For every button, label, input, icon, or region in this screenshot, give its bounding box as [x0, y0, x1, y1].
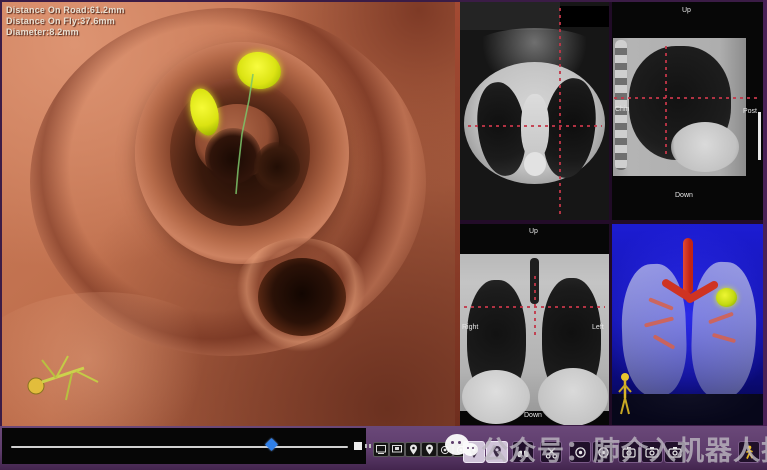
distance-on-fly-label: Distance On Fly:37.6mm	[6, 16, 125, 27]
axial-background-zone	[460, 2, 560, 30]
sagittal-spine	[615, 40, 627, 170]
lung3d-floor	[612, 394, 763, 425]
route-pin-2-button[interactable]	[421, 442, 437, 457]
sagittal-label-left: Chin	[615, 106, 629, 114]
bronchoscopy-navigation-workstation: Distance On Road:61.2mm Distance On Fly:…	[0, 0, 767, 470]
axial-mediastinum	[521, 94, 549, 160]
layout-screen-2-button[interactable]	[389, 442, 405, 457]
diameter-label: Diameter:8.2mm	[6, 27, 125, 38]
wechat-eye	[451, 441, 454, 444]
sagittal-label-top: Up	[682, 7, 691, 15]
coronal-diaphragm-left	[538, 368, 608, 425]
coronal-label-right: Left	[592, 324, 604, 332]
stop-button[interactable]	[354, 442, 362, 450]
axial-crosshair-vertical	[559, 8, 561, 216]
route-pin-button[interactable]	[405, 442, 421, 457]
patient-orientation-figure	[22, 352, 106, 408]
wechat-bubble-small	[463, 443, 478, 456]
layout-screen-button[interactable]	[373, 442, 389, 457]
ct-axial-panel[interactable]	[460, 2, 609, 220]
axial-spine	[524, 152, 546, 176]
sagittal-label-right: Post	[743, 108, 757, 116]
ct-coronal-panel[interactable]: Up Right Left Down	[460, 224, 609, 425]
coronal-diaphragm-right	[462, 370, 530, 424]
frame-slider-zone	[2, 428, 366, 464]
sagittal-crosshair-vertical	[665, 46, 667, 154]
lung3d-left-lung	[690, 261, 759, 399]
wechat-eye	[458, 441, 461, 444]
bottom-toolbar: 公众号：肺介入机器人技术	[0, 426, 767, 470]
measurement-overlay: Distance On Road:61.2mm Distance On Fly:…	[6, 5, 125, 38]
coronal-label-left: Right	[462, 324, 478, 332]
lung3d-orientation-figure	[617, 372, 633, 418]
sagittal-level-slider[interactable]	[758, 112, 761, 160]
axial-corner-mask	[560, 6, 609, 27]
sagittal-crosshair-horizontal	[614, 97, 761, 99]
fly-through-slider-track[interactable]	[11, 446, 348, 448]
lung-3d-map-panel[interactable]	[612, 224, 763, 425]
distance-on-road-label: Distance On Road:61.2mm	[6, 5, 125, 16]
route-pin-2-icon	[425, 444, 434, 455]
virtual-bronchoscopy-viewport[interactable]: Distance On Road:61.2mm Distance On Fly:…	[2, 2, 455, 426]
lung3d-trachea	[683, 238, 693, 294]
window-right-border	[763, 0, 767, 470]
route-pin-icon	[409, 444, 418, 455]
watermark-text: 公众号：肺介入机器人技术	[481, 429, 767, 468]
coronal-label-bottom: Down	[524, 412, 542, 420]
coronal-label-top: Up	[529, 228, 538, 236]
sagittal-label-bottom: Down	[675, 192, 693, 200]
ct-sagittal-panel[interactable]: Up Chin Post Down	[612, 2, 763, 220]
layout-screen-2-icon	[392, 445, 402, 454]
lower-bronchus-opening	[258, 258, 346, 336]
coronal-crosshair-vertical	[534, 276, 536, 338]
sagittal-heart-diaphragm	[671, 122, 739, 172]
wechat-eye	[467, 447, 469, 449]
fly-through-slider-thumb[interactable]	[265, 438, 278, 451]
wechat-icon	[445, 432, 485, 464]
axial-crosshair-horizontal	[468, 125, 602, 127]
lung3d-target-nodule	[716, 288, 737, 307]
layout-screen-icon	[376, 445, 386, 454]
wechat-eye	[472, 447, 474, 449]
sagittal-ct-image	[613, 38, 746, 176]
